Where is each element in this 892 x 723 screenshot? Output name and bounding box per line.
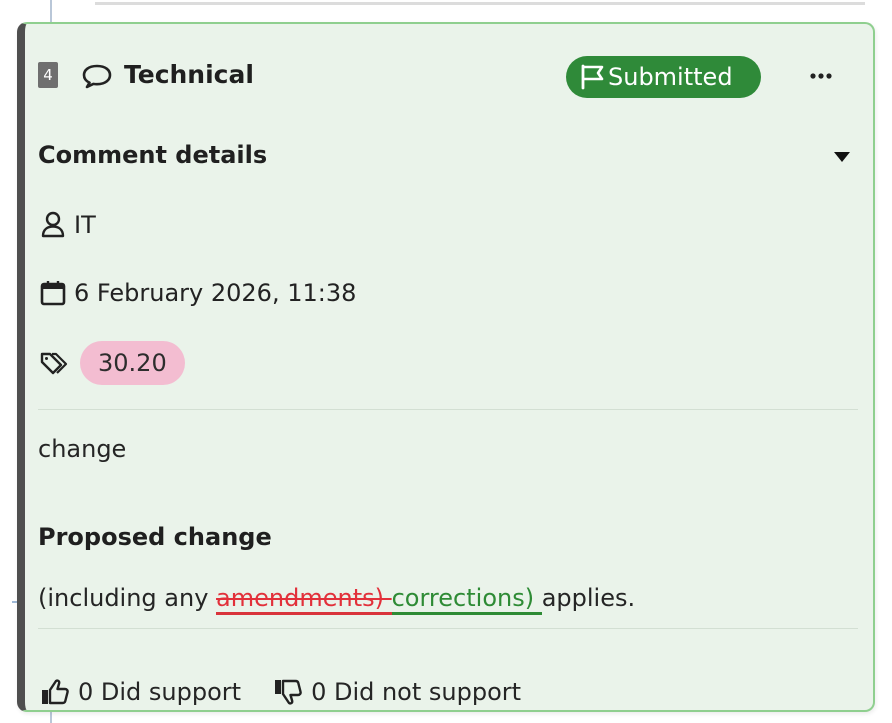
calendar-icon: [40, 281, 66, 306]
did-support-label: 0 Did support: [78, 678, 242, 706]
author-row: IT: [38, 208, 96, 242]
did-support-button[interactable]: 0 Did support: [38, 676, 241, 708]
deleted-text: amendments): [216, 584, 392, 615]
proposed-change-prefix: (including any: [38, 584, 217, 612]
comment-card: 4 Technical Submitted Comment details IT…: [17, 22, 875, 712]
tags-icon: [40, 352, 68, 375]
tags-row: 30.20: [38, 341, 185, 385]
comment-details-title: Comment details: [38, 141, 268, 169]
did-not-support-label: 0 Did not support: [311, 678, 522, 706]
background-left-line: [50, 0, 52, 22]
comment-details-toggle[interactable]: Comment details: [38, 138, 858, 174]
thumbs-down-icon: [275, 679, 302, 705]
details-divider: [38, 409, 858, 410]
comment-text: change: [38, 435, 127, 463]
status-label: Submitted: [608, 63, 733, 91]
proposed-change-suffix: applies.: [541, 584, 636, 612]
comment-header: 4 Technical Submitted: [38, 56, 858, 98]
caret-down-icon: [834, 152, 850, 162]
proposed-change-title: Proposed change: [38, 523, 272, 551]
user-icon: [41, 211, 65, 238]
inserted-text: corrections): [391, 584, 542, 615]
comment-category: Technical: [124, 60, 254, 89]
comment-icon: [82, 64, 112, 89]
comment-date: 6 February 2026, 11:38: [74, 279, 357, 307]
comment-number-badge: 4: [38, 62, 58, 88]
thumbs-up-icon: [42, 679, 69, 705]
tag-pill[interactable]: 30.20: [80, 341, 185, 385]
flag-icon: [581, 64, 604, 90]
author-name: IT: [74, 211, 96, 239]
support-divider: [38, 628, 858, 629]
support-actions: 0 Did support 0 Did not support: [38, 674, 551, 710]
status-badge[interactable]: Submitted: [566, 56, 761, 98]
more-options-icon[interactable]: [804, 61, 838, 91]
did-not-support-button[interactable]: 0 Did not support: [271, 676, 521, 708]
proposed-change-text: (including any amendments) corrections) …: [38, 581, 635, 615]
background-top-line: [95, 2, 865, 5]
date-row: 6 February 2026, 11:38: [38, 276, 356, 310]
